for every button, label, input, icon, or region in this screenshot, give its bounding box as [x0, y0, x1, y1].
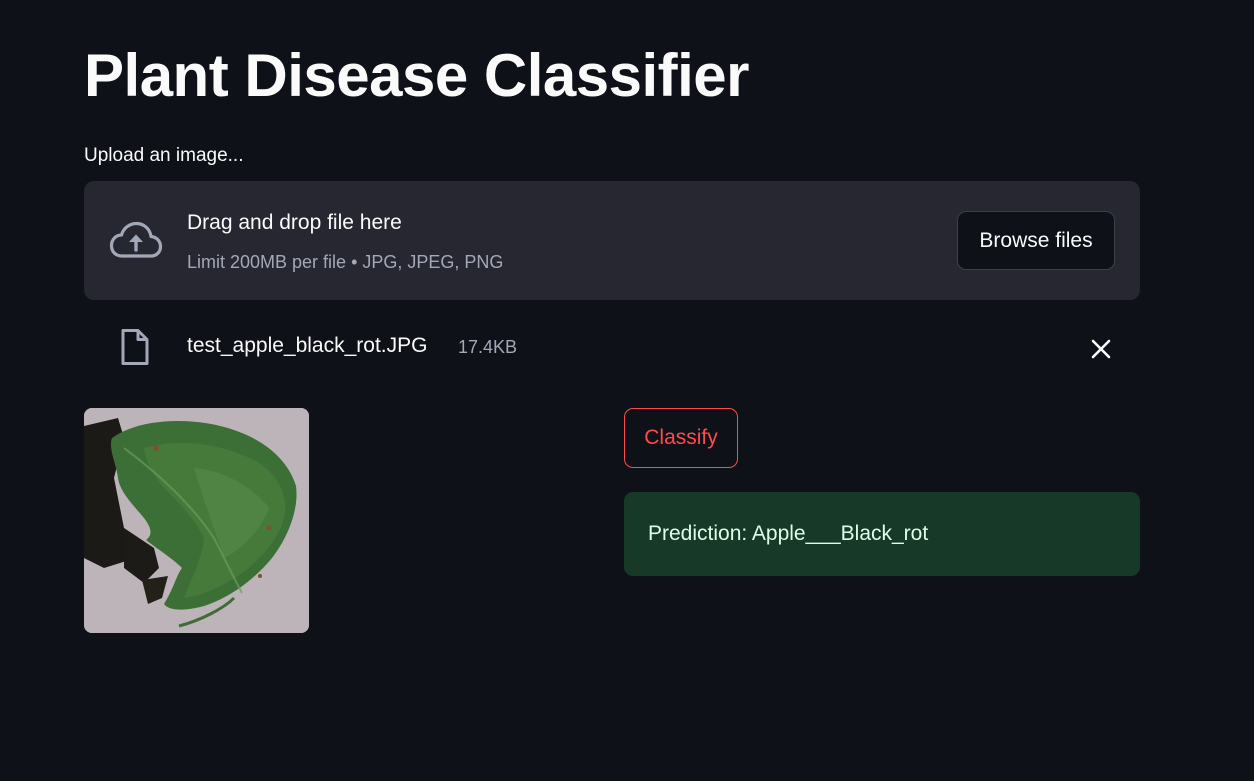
close-icon	[1091, 339, 1111, 359]
cloud-upload-icon	[109, 221, 163, 258]
prediction-text: Prediction: Apple___Black_rot	[648, 522, 929, 545]
uploader-label: Upload an image...	[84, 145, 244, 166]
browse-files-button[interactable]: Browse files	[957, 211, 1115, 270]
remove-file-button[interactable]	[1084, 332, 1118, 366]
classify-button[interactable]: Classify	[624, 408, 738, 468]
uploaded-file-name: test_apple_black_rot.JPG	[187, 334, 428, 357]
file-dropzone[interactable]: Drag and drop file here Limit 200MB per …	[84, 181, 1140, 300]
prediction-success-box: Prediction: Apple___Black_rot	[624, 492, 1140, 576]
uploaded-file-row: test_apple_black_rot.JPG 17.4KB	[84, 318, 1140, 378]
dropzone-limit-text: Limit 200MB per file • JPG, JPEG, PNG	[187, 252, 504, 272]
uploaded-leaf-image	[84, 408, 309, 633]
app-page: Plant Disease Classifier Upload an image…	[0, 0, 1254, 781]
dropzone-instructions: Drag and drop file here	[187, 211, 402, 234]
file-icon	[121, 329, 149, 365]
uploaded-file-size: 17.4KB	[458, 337, 518, 357]
page-title: Plant Disease Classifier	[84, 42, 750, 109]
leaf-image-graphic	[84, 408, 309, 633]
